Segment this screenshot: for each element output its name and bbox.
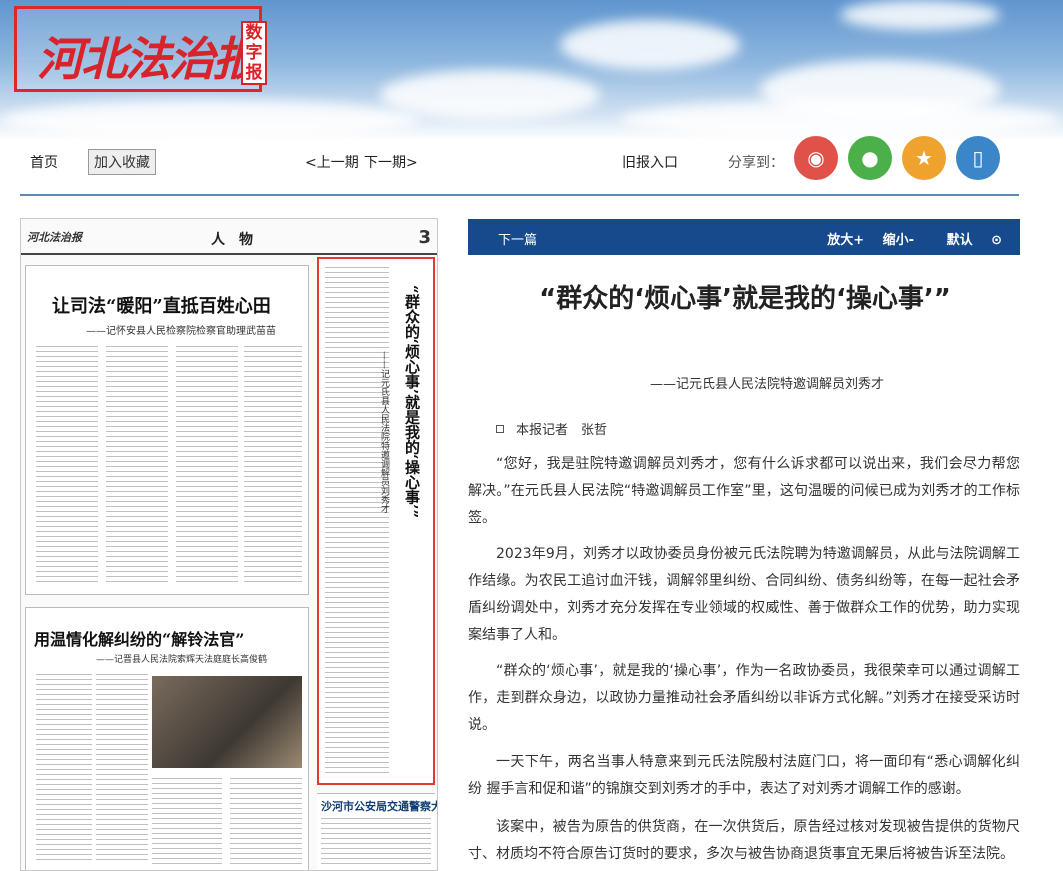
top-nav: 首页 加入收藏 <上一期 下一期> 旧报入口 分享到： ◉ ● ★ ▯ <box>0 136 1063 196</box>
cloud-decoration <box>620 100 1060 140</box>
court-photo <box>152 676 302 768</box>
article-toolbar: 下一篇 放大+ 缩小- 默认 ⊙ <box>468 219 1020 255</box>
paper-page-number: 3 <box>418 227 431 248</box>
default-size-label: 默认 <box>946 233 973 248</box>
default-size-button[interactable]: 默认 ⊙ <box>933 233 1002 248</box>
prev-issue-link[interactable]: <上一期 <box>305 152 359 172</box>
add-favorite-button[interactable]: 加入收藏 <box>88 149 156 175</box>
mobile-icon: ▯ <box>972 146 984 170</box>
article-paragraph: 该案中，被告为原告的供货商，在一次供货后，原告经过核对发现被告提供的货物尺寸、材… <box>468 819 1020 862</box>
paper-page-header: 河北法治报 人 物 3 <box>21 219 437 255</box>
circle-icon: ⊙ <box>986 233 1002 248</box>
paper-story-1-subtitle: ——记怀安县人民检察院检察官助理武苗苗 <box>86 326 276 337</box>
text-column <box>152 778 222 864</box>
square-bullet-icon <box>496 425 504 433</box>
font-tools: 放大+ 缩小- 默认 ⊙ <box>813 229 1002 248</box>
share-qzone-button[interactable]: ★ <box>902 136 946 180</box>
cloud-decoration <box>380 70 600 120</box>
highlight-title: “群众的‘烦心事’就是我的‘操心事’” <box>403 285 421 519</box>
article-paragraph: “群众的‘烦心事’，就是我的‘操心事’，作为一名政协委员，我很荣幸可以通过调解工… <box>468 663 1020 733</box>
logo-text: 河北法治报 <box>37 32 259 86</box>
notice-title: 沙河市公安局交通警察大队 <box>321 800 437 813</box>
weibo-icon: ◉ <box>807 146 825 170</box>
text-column <box>96 674 148 864</box>
cloud-decoration <box>560 20 740 70</box>
paper-mini-logo: 河北法治报 <box>27 231 82 244</box>
qzone-icon: ★ <box>915 146 933 170</box>
share-wechat-button[interactable]: ● <box>848 136 892 180</box>
byline-text: 本报记者 张哲 <box>516 423 608 438</box>
cloud-decoration <box>0 100 420 140</box>
paper-current-article-highlight[interactable]: “群众的‘烦心事’就是我的‘操心事’” ——记元氏县人民法院特邀调解员刘秀才 <box>317 257 435 785</box>
article-byline: 本报记者 张哲 <box>496 419 607 438</box>
article-paragraph: 一天下午，两名当事人特意来到元氏法院殷村法庭门口，将一面印有“悉心调解化纠纷 握… <box>468 754 1020 797</box>
wechat-icon: ● <box>861 146 879 170</box>
highlight-subtitle: ——记元氏县人民法院特邀调解员刘秀才 <box>379 351 389 513</box>
zoom-in-button[interactable]: 放大+ <box>827 233 864 248</box>
text-column <box>176 346 238 586</box>
article-paragraph: “您好，我是驻院特邀调解员刘秀才，您有什么诉求都可以说出来，我们会尽力帮您解决。… <box>468 456 1020 526</box>
text-column <box>230 778 302 864</box>
paper-story-2[interactable]: 用温情化解纠纷的“解铃法官” ——记晋县人民法院索辉天法庭庭长高俊鹤 <box>25 607 309 870</box>
share-label: 分享到： <box>728 155 784 171</box>
share-weibo-button[interactable]: ◉ <box>794 136 838 180</box>
text-column <box>36 346 98 586</box>
newspaper-page-preview[interactable]: 河北法治报 人 物 3 让司法“暖阳”直抵百姓心田 ——记怀安县人民检察院检察官… <box>20 218 438 871</box>
logo-sub: 数字报 <box>241 21 267 85</box>
article-paragraph: 2023年9月，刘秀才以政协委员身份被元氏法院聘为特邀调解员，从此与法院调解工作… <box>468 546 1020 643</box>
home-link[interactable]: 首页 <box>30 152 58 172</box>
cloud-decoration <box>840 0 1000 30</box>
article-subtitle: ——记元氏县人民法院特邀调解员刘秀才 <box>649 377 884 392</box>
next-article-link[interactable]: 下一篇 <box>498 229 537 248</box>
header-banner: 河北法治报 数字报 <box>0 0 1063 140</box>
article-title: “群众的‘烦心事’就是我的‘操心事’” <box>539 284 951 314</box>
next-issue-link[interactable]: 下一期> <box>364 152 418 172</box>
paper-story-2-subtitle: ——记晋县人民法院索辉天法庭庭长高俊鹤 <box>96 655 268 665</box>
paper-page-label: 人 物 <box>211 232 253 248</box>
text-column <box>325 267 389 777</box>
site-logo[interactable]: 河北法治报 数字报 <box>14 6 267 92</box>
zoom-out-button[interactable]: 缩小- <box>883 233 914 248</box>
paper-story-1[interactable]: 让司法“暖阳”直抵百姓心田 ——记怀安县人民检察院检察官助理武苗苗 <box>25 265 309 595</box>
paper-story-2-title: 用温情化解纠纷的“解铃法官” <box>34 630 245 649</box>
archive-link[interactable]: 旧报入口 <box>622 152 678 172</box>
text-column <box>106 346 168 586</box>
text-column <box>321 818 431 868</box>
text-column <box>36 674 92 864</box>
paper-notice-box[interactable]: 沙河市公安局交通警察大队 <box>317 793 437 870</box>
paper-story-1-title: 让司法“暖阳”直抵百姓心田 <box>52 296 271 317</box>
share-mobile-button[interactable]: ▯ <box>956 136 1000 180</box>
nav-divider <box>20 194 1019 196</box>
text-column <box>244 346 302 586</box>
